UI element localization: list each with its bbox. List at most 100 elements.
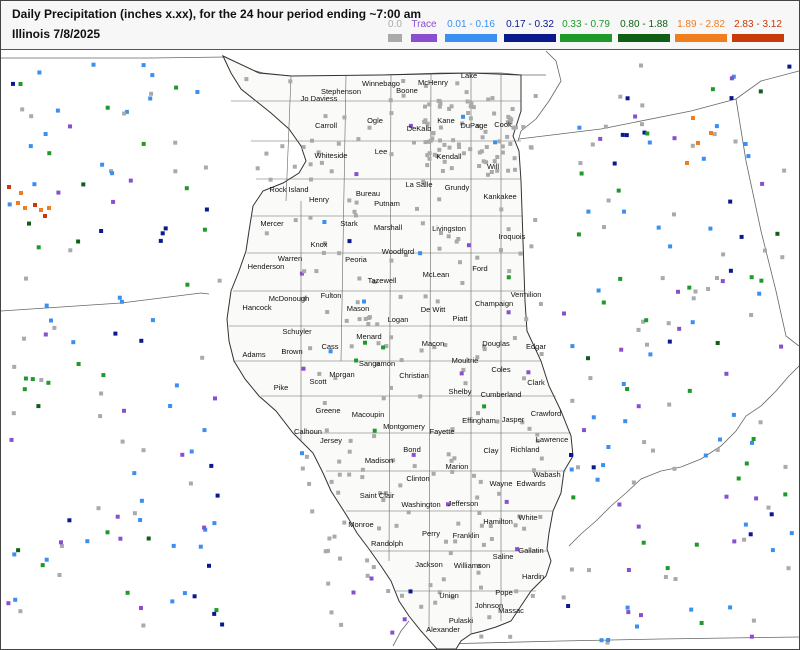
station-marker <box>27 221 31 226</box>
station-marker <box>47 151 52 156</box>
station-marker <box>141 448 146 453</box>
station-marker <box>635 624 639 629</box>
station-marker <box>377 526 381 531</box>
station-marker <box>699 621 704 625</box>
station-marker <box>30 377 35 382</box>
station-marker <box>453 539 458 544</box>
county-label: Macon <box>422 339 445 348</box>
map-title: Daily Precipitation (inches x.xx), for t… <box>12 7 422 21</box>
station-marker <box>200 355 205 360</box>
legend-swatch <box>675 34 727 42</box>
station-marker <box>591 415 596 420</box>
station-marker <box>757 291 762 296</box>
illinois-boundary <box>221 54 574 649</box>
station-marker <box>115 514 120 519</box>
county-label: Hamilton <box>483 517 513 526</box>
station-marker <box>526 370 531 375</box>
station-marker <box>569 467 574 472</box>
county-label: Washington <box>401 500 440 509</box>
station-marker <box>616 188 621 193</box>
station-marker <box>349 344 354 349</box>
station-marker <box>100 162 105 167</box>
station-marker <box>606 198 611 203</box>
station-marker <box>119 299 124 304</box>
station-marker <box>366 322 371 326</box>
station-marker <box>721 252 726 257</box>
station-marker <box>570 398 575 403</box>
county-label: Menard <box>356 332 381 341</box>
station-marker <box>428 583 433 588</box>
station-marker <box>389 335 394 340</box>
station-marker <box>461 114 465 119</box>
station-marker <box>301 366 306 371</box>
station-marker <box>441 577 446 582</box>
county-label: DuPage <box>460 121 487 130</box>
station-marker <box>425 163 430 168</box>
station-marker <box>622 209 626 214</box>
station-marker <box>508 634 513 639</box>
station-marker <box>505 134 510 139</box>
county-label: Christian <box>399 371 429 380</box>
county-label: McLean <box>423 270 450 279</box>
station-marker <box>59 544 64 548</box>
station-marker <box>786 566 791 571</box>
station-marker <box>363 340 367 345</box>
station-marker <box>438 101 443 106</box>
station-marker <box>44 557 49 562</box>
station-marker <box>56 190 61 195</box>
station-marker <box>456 521 461 526</box>
station-marker <box>577 125 582 130</box>
station-marker <box>533 94 538 98</box>
county-label: Tazewell <box>368 276 397 285</box>
station-marker <box>85 539 90 544</box>
station-marker <box>636 327 641 332</box>
map-header: Daily Precipitation (inches x.xx), for t… <box>1 1 799 50</box>
station-marker <box>427 156 432 161</box>
station-marker <box>710 87 715 92</box>
station-marker <box>105 105 110 110</box>
station-marker <box>122 111 127 116</box>
station-marker <box>500 150 505 155</box>
county-label: Lake <box>461 71 477 80</box>
county-label: Mason <box>347 304 370 313</box>
legend-label: 0.17 - 0.32 <box>506 19 554 30</box>
station-marker <box>640 103 645 108</box>
station-marker <box>105 530 110 535</box>
station-marker <box>763 248 767 253</box>
legend-swatch <box>504 34 556 42</box>
station-marker <box>342 520 347 525</box>
station-marker <box>618 276 623 281</box>
legend-label: 2.83 - 3.12 <box>734 19 782 30</box>
station-marker <box>689 607 694 612</box>
station-marker <box>149 91 154 96</box>
station-marker <box>292 164 297 169</box>
station-marker <box>569 453 573 457</box>
station-marker <box>489 537 494 541</box>
county-label: De Witt <box>421 305 447 314</box>
station-marker <box>486 172 490 177</box>
station-marker <box>672 212 676 217</box>
station-marker <box>329 610 334 615</box>
station-marker <box>22 387 27 392</box>
legend-label: 0.01 - 0.16 <box>447 19 495 30</box>
county-label: Saint Clair <box>360 491 395 500</box>
station-marker <box>606 638 611 642</box>
station-marker <box>363 316 368 321</box>
station-marker <box>482 404 487 409</box>
station-marker <box>98 414 103 419</box>
station-marker <box>621 382 626 386</box>
county-label: Grundy <box>445 183 470 192</box>
station-marker <box>360 475 365 480</box>
county-label: Cumberland <box>481 390 522 399</box>
legend-item: 0.80 - 1.88 <box>615 1 673 49</box>
station-marker <box>527 426 532 431</box>
station-marker <box>81 182 86 187</box>
station-marker <box>113 331 118 336</box>
station-marker <box>419 604 424 609</box>
county-label: Marion <box>446 462 469 471</box>
station-marker <box>708 226 713 231</box>
station-marker <box>122 408 126 413</box>
station-marker <box>44 303 49 308</box>
station-marker <box>465 99 470 104</box>
county-label: Whiteside <box>315 151 348 160</box>
